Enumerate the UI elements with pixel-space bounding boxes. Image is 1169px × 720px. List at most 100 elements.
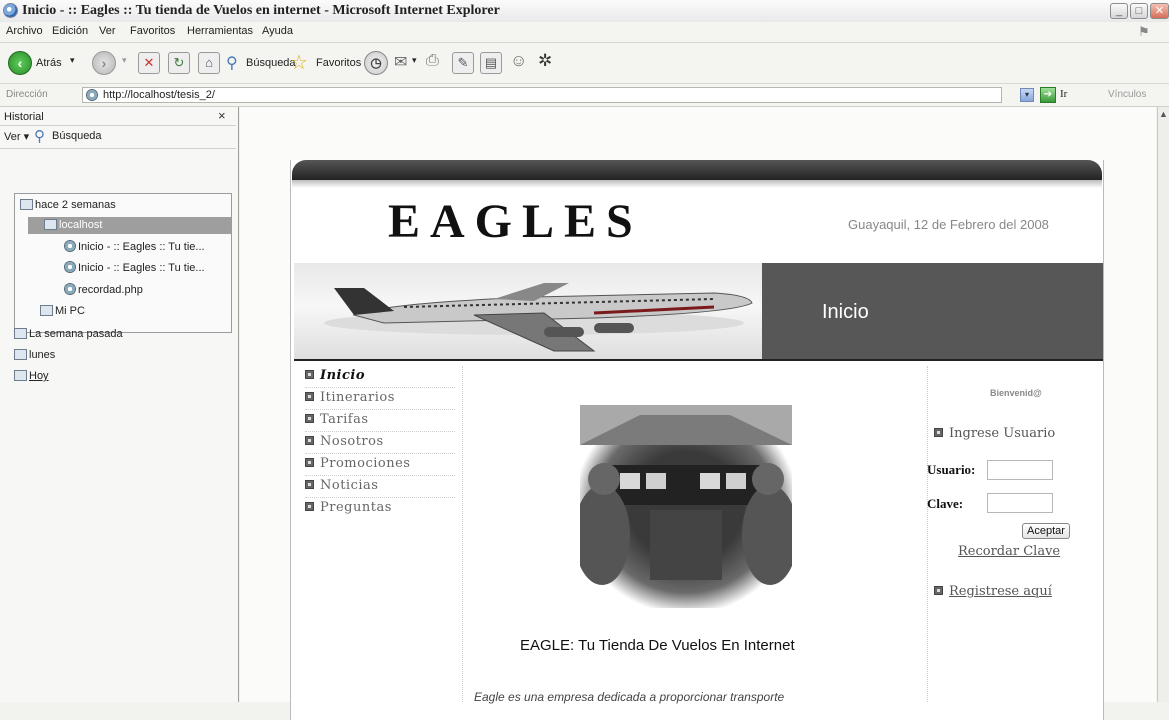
history-icon[interactable]: ◷ (364, 51, 388, 75)
bluetooth-icon[interactable]: ✲ (538, 51, 552, 71)
site-date: Guayaquil, 12 de Febrero del 2008 (848, 217, 1049, 232)
nav-item-inicio[interactable]: Inicio (305, 366, 455, 388)
menu-favoritos[interactable]: Favoritos (130, 25, 175, 37)
history-item[interactable]: Hoy (14, 370, 49, 382)
nav-item-preguntas[interactable]: Preguntas (305, 498, 455, 519)
history-panel: Historial × Ver ▾ ⚲ Búsqueda hace 2 sema… (0, 107, 239, 702)
back-button-label[interactable]: Atrás (36, 57, 62, 69)
history-item-selected[interactable]: localhost (28, 217, 231, 234)
welcome-text: Bienvenid@ (990, 388, 1042, 398)
address-url[interactable]: http://localhost/tesis_2/ (103, 89, 215, 101)
accept-button[interactable]: Aceptar (1022, 523, 1070, 539)
bullet-icon (934, 586, 943, 595)
internet-explorer-icon (3, 3, 18, 18)
close-panel-icon[interactable]: × (218, 108, 226, 123)
messenger-icon[interactable]: ☺ (510, 51, 527, 71)
calendar-icon (20, 199, 33, 210)
history-search-icon[interactable]: ⚲ (34, 127, 45, 145)
menu-ver[interactable]: Ver (99, 25, 116, 37)
menu-archivo[interactable]: Archivo (6, 25, 43, 37)
close-icon[interactable]: ✕ (1150, 3, 1169, 19)
nav-item-nosotros[interactable]: Nosotros (305, 432, 455, 454)
computer-icon (40, 305, 53, 316)
mail-dropdown-icon[interactable]: ▾ (412, 55, 417, 66)
forward-arrow-icon[interactable]: › (92, 51, 116, 75)
password-label: Clave: (927, 496, 964, 511)
address-bar: Dirección http://localhost/tesis_2/ ▾ ➔ … (0, 84, 1169, 107)
maximize-icon[interactable]: □ (1130, 3, 1148, 19)
remember-password-link[interactable]: Recordar Clave (958, 544, 1060, 559)
view-label: Ver (4, 131, 21, 143)
back-dropdown-icon[interactable]: ▾ (70, 55, 75, 66)
history-item[interactable]: lunes (14, 349, 55, 361)
edit-icon[interactable]: ✎ (452, 52, 474, 74)
minimize-icon[interactable]: _ (1110, 3, 1128, 19)
search-icon[interactable]: ⚲ (226, 53, 238, 73)
cockpit-photo (580, 405, 792, 608)
history-item[interactable]: Mi PC (40, 305, 85, 317)
history-view-button[interactable]: Ver ▾ (4, 130, 29, 143)
bullet-icon (305, 370, 314, 379)
mail-icon[interactable]: ✉ (394, 52, 407, 72)
window-title: Inicio - :: Eagles :: Tu tienda de Vuelo… (22, 3, 500, 18)
bullet-icon (305, 392, 314, 401)
discuss-icon[interactable]: ▤ (480, 52, 502, 74)
favorites-star-icon[interactable]: ☆ (290, 50, 308, 75)
print-icon[interactable]: ⎙ (426, 52, 439, 70)
refresh-icon[interactable]: ↻ (168, 52, 190, 74)
page-icon (64, 240, 76, 252)
nav-item-tarifas[interactable]: Tarifas (305, 410, 455, 432)
register-link[interactable]: Registrese aquí (949, 584, 1052, 599)
vertical-scrollbar[interactable]: ▲ (1157, 107, 1169, 702)
history-search-label[interactable]: Búsqueda (52, 130, 102, 142)
site-logo[interactable]: EAGLES (388, 194, 643, 249)
forward-dropdown-icon[interactable]: ▾ (122, 55, 127, 66)
password-input[interactable] (987, 493, 1053, 513)
banner-title-panel (762, 263, 1103, 361)
address-field[interactable]: http://localhost/tesis_2/ (82, 87, 1002, 103)
menu-bar: Archivo Edición Ver Favoritos Herramient… (0, 22, 1169, 43)
cockpit-illustration (580, 405, 792, 585)
search-button-label[interactable]: Búsqueda (246, 57, 296, 69)
address-label: Dirección (6, 89, 48, 100)
history-item[interactable]: hace 2 semanas (20, 199, 116, 211)
page-icon (64, 261, 76, 273)
page-icon (64, 283, 76, 295)
login-heading: Ingrese Usuario (934, 426, 1055, 441)
back-arrow-icon[interactable]: ‹ (8, 51, 32, 75)
calendar-icon (14, 328, 27, 339)
banner-image (294, 263, 762, 361)
username-input[interactable] (987, 460, 1053, 480)
site-nav: Inicio Itinerarios Tarifas Nosotros Prom… (305, 366, 455, 519)
nav-item-noticias[interactable]: Noticias (305, 476, 455, 498)
window-title-bar: Inicio - :: Eagles :: Tu tienda de Vuelo… (0, 0, 1169, 23)
favorites-button-label[interactable]: Favoritos (316, 57, 361, 69)
page-caption: EAGLE: Tu Tienda De Vuelos En Internet (520, 637, 795, 654)
history-item[interactable]: Inicio - :: Eagles :: Tu tie... (64, 261, 205, 274)
history-item[interactable]: La semana pasada (14, 328, 123, 340)
site-header-bar (292, 160, 1102, 182)
bullet-icon (305, 480, 314, 489)
history-item[interactable]: recordad.php (64, 283, 143, 296)
calendar-icon (14, 349, 27, 360)
history-item[interactable]: Inicio - :: Eagles :: Tu tie... (64, 240, 205, 253)
nav-item-itinerarios[interactable]: Itinerarios (305, 388, 455, 410)
banner-title: Inicio (822, 301, 869, 323)
bullet-icon (934, 428, 943, 437)
go-button-label[interactable]: Ir (1060, 88, 1067, 100)
bullet-icon (305, 502, 314, 511)
menu-edicion[interactable]: Edición (52, 25, 88, 37)
menu-ayuda[interactable]: Ayuda (262, 25, 293, 37)
links-label[interactable]: Vínculos (1108, 89, 1146, 100)
site-header-shade (292, 180, 1102, 188)
stop-icon[interactable]: ✕ (138, 52, 160, 74)
home-icon[interactable]: ⌂ (198, 52, 220, 74)
address-dropdown-icon[interactable]: ▾ (1020, 88, 1034, 102)
nav-item-promociones[interactable]: Promociones (305, 454, 455, 476)
history-panel-title: Historial (4, 111, 44, 123)
username-label: Usuario: (927, 462, 976, 477)
scroll-up-icon[interactable]: ▲ (1159, 109, 1168, 119)
go-arrow-icon[interactable]: ➔ (1040, 87, 1056, 103)
menu-herramientas[interactable]: Herramientas (187, 25, 253, 37)
folder-icon (44, 219, 57, 230)
